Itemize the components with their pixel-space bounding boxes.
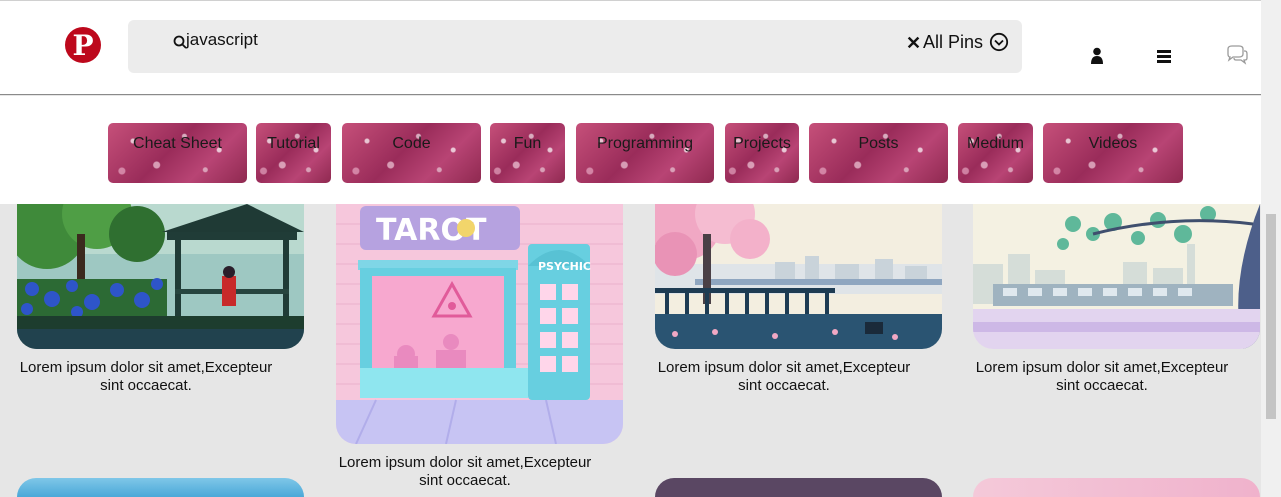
category-tutorial[interactable]: Tutorial xyxy=(256,123,331,183)
category-fun[interactable]: Fun xyxy=(490,123,565,183)
category-medium[interactable]: Medium xyxy=(958,123,1033,183)
pin-image[interactable] xyxy=(17,204,304,349)
category-videos[interactable]: Videos xyxy=(1043,123,1183,183)
pin-image[interactable] xyxy=(973,204,1260,349)
all-pins-filter[interactable]: All Pins xyxy=(923,32,983,53)
pin-caption: Lorem ipsum dolor sit amet,Excepteur sin… xyxy=(324,454,606,490)
clear-search-button[interactable]: ✕ xyxy=(906,33,921,54)
pin-caption: Lorem ipsum dolor sit amet,Excepteur sin… xyxy=(961,359,1243,395)
logo-letter: P xyxy=(72,28,94,62)
pin-card[interactable] xyxy=(655,478,942,497)
messages-icon[interactable] xyxy=(1225,45,1249,65)
pin-image[interactable] xyxy=(655,478,942,497)
pin-caption-line: Lorem ipsum dolor sit amet,Excepteur xyxy=(19,359,273,376)
top-header: P ✕ All Pins xyxy=(0,0,1261,95)
category-bar: Cheat Sheet Tutorial Code Fun Programmin… xyxy=(0,96,1261,204)
pin-card[interactable] xyxy=(973,478,1260,497)
pin-image[interactable]: TAROT PSYCHIC xyxy=(336,204,623,444)
pin-caption-line: sint occaecat. xyxy=(1056,377,1148,394)
profile-icon[interactable] xyxy=(1090,47,1104,65)
search-bar[interactable]: ✕ All Pins xyxy=(128,20,1022,73)
pin-caption: Lorem ipsum dolor sit amet,Excepteur sin… xyxy=(5,359,287,395)
pinterest-logo[interactable]: P xyxy=(65,27,101,63)
scrollbar-thumb[interactable] xyxy=(1266,214,1276,419)
category-programming[interactable]: Programming xyxy=(576,123,714,183)
pin-caption-line: Lorem ipsum dolor sit amet,Excepteur xyxy=(975,359,1229,376)
category-cheat-sheet[interactable]: Cheat Sheet xyxy=(108,123,247,183)
pin-caption-line: sint occaecat. xyxy=(738,377,830,394)
menu-icon[interactable] xyxy=(1157,50,1171,63)
pin-caption-line: Lorem ipsum dolor sit amet,Excepteur xyxy=(657,359,911,376)
search-icon xyxy=(173,35,187,49)
pin-card[interactable] xyxy=(17,478,304,497)
category-code[interactable]: Code xyxy=(342,123,481,183)
page-scrollbar[interactable] xyxy=(1261,0,1281,497)
pin-caption: Lorem ipsum dolor sit amet,Excepteur sin… xyxy=(643,359,925,395)
pin-image[interactable] xyxy=(17,478,304,497)
pin-caption-line: sint occaecat. xyxy=(100,377,192,394)
category-posts[interactable]: Posts xyxy=(809,123,948,183)
pin-image[interactable] xyxy=(655,204,942,349)
chevron-down-icon[interactable] xyxy=(989,32,1009,52)
psychic-sign-text: PSYCHIC xyxy=(538,260,591,273)
pin-caption-line: sint occaecat. xyxy=(419,472,511,489)
pin-image[interactable] xyxy=(973,478,1260,497)
search-input[interactable] xyxy=(186,30,586,50)
pin-caption-line: Lorem ipsum dolor sit amet,Excepteur xyxy=(338,454,592,471)
category-projects[interactable]: Projects xyxy=(725,123,799,183)
